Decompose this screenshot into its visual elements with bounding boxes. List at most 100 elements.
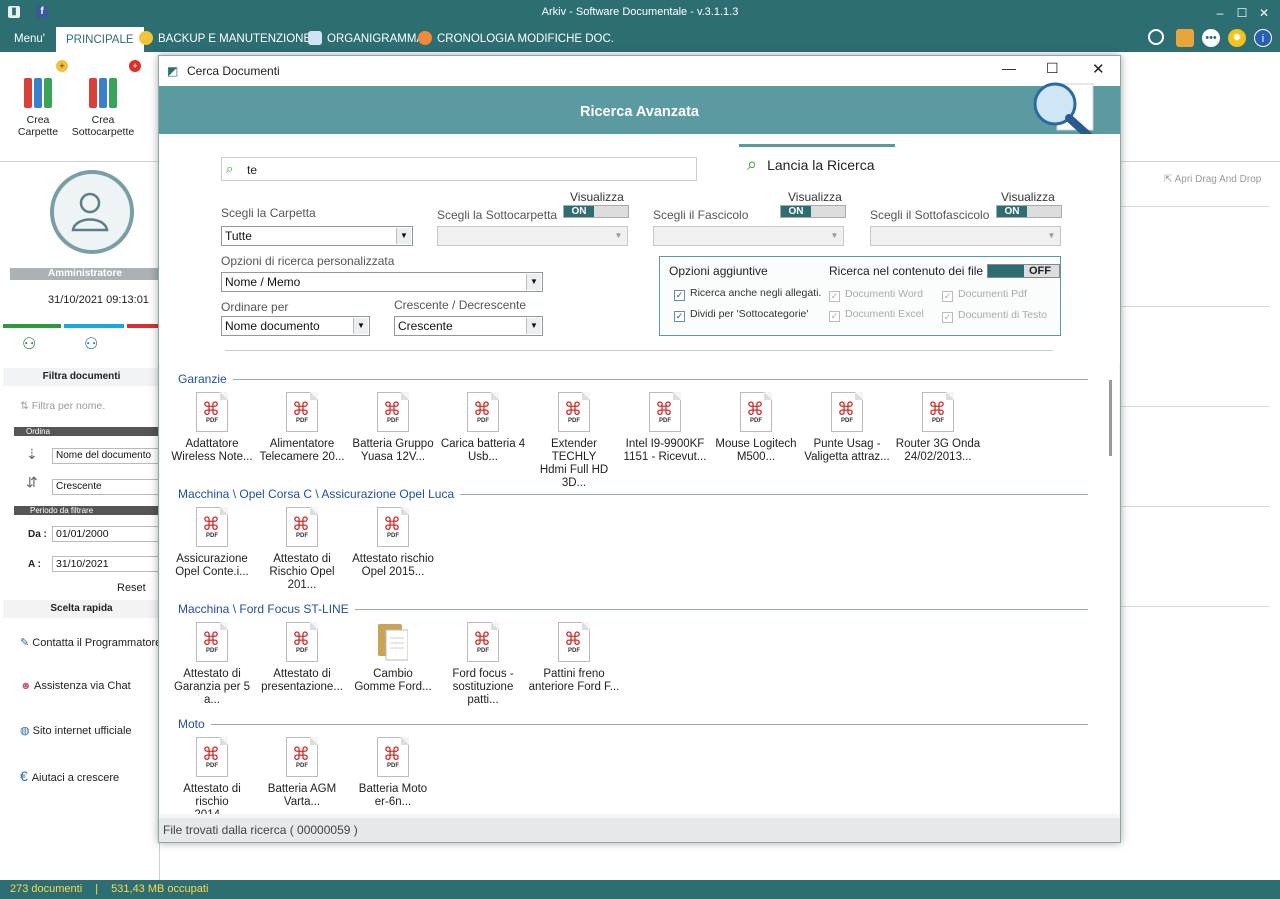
document-item[interactable]: ⌘ PDF Ford focus - sostituzione patti... [437, 622, 529, 707]
document-name-line2: Opel 2015... [361, 566, 425, 578]
document-item[interactable]: ⌘ PDF Alimentatore Telecamere 20... [256, 392, 348, 464]
sottocategorie-checkbox[interactable]: ✓ Dividi per 'Sottocategorie' [674, 308, 808, 322]
document-item[interactable]: ⌘ PDF Intel I9-9900KF 1151 - Ricevut... [619, 392, 711, 464]
search-input[interactable]: ⌕ te [221, 157, 697, 181]
opzioni-aggiuntive-panel: Opzioni aggiuntive Ricerca nel contenuto… [659, 256, 1061, 336]
add-badge-icon: + [56, 60, 68, 72]
document-item[interactable]: ⌘ PDF Batteria Moto er-6n... [347, 737, 439, 809]
dialog-minimize-button[interactable]: — [1002, 60, 1016, 76]
document-item[interactable]: ⌘ PDF Assicurazione Opel Conte.i... [166, 507, 258, 579]
document-name-line2: Rischio Opel 201... [269, 566, 335, 591]
sottofascicolo-select[interactable]: ▼ [870, 226, 1061, 246]
fascicolo-toggle[interactable]: ON [780, 205, 846, 218]
tab-cronologia[interactable]: CRONOLOGIA MODIFICHE DOC. [418, 26, 614, 52]
results-scrollbar[interactable] [1105, 364, 1119, 814]
section-divider [233, 379, 1088, 380]
launch-search-button[interactable]: ⌕ Lancia la Ricerca [747, 154, 874, 175]
quick-aiutaci[interactable]: € Aiutaci a crescere [20, 768, 119, 784]
dialog-maximize-button[interactable]: ☐ [1046, 60, 1059, 77]
scrollbar-thumb[interactable] [1109, 380, 1112, 456]
info-icon[interactable]: i [1254, 29, 1272, 47]
document-item[interactable]: ⌘ PDF Extender TECHLY Hdmi Full HD 3D... [528, 392, 620, 490]
word-checkbox[interactable]: ✓ Documenti Word [829, 288, 923, 302]
close-button[interactable]: ✕ [1254, 4, 1274, 22]
opzioni-select[interactable]: Nome / Memo ▼ [221, 272, 543, 292]
status-separator: | [95, 883, 99, 895]
crea-sottocarpette-button[interactable]: + Crea Sottocarpette [71, 60, 141, 138]
chat-icon[interactable]: ••• [1202, 29, 1220, 47]
document-item[interactable]: ⌘ PDF Batteria Gruppo Yuasa 12V... [347, 392, 439, 464]
sottofascicolo-toggle[interactable]: ON [996, 205, 1062, 218]
results-list: Garanzie ⌘ PDF Adattatore Wireless Note... ⌘ P… [160, 364, 1107, 814]
document-item[interactable]: ⌘ PDF Attestato di Garanzia per 5 a... [166, 622, 258, 707]
order-dir-select[interactable]: Crescente [52, 479, 162, 495]
crescente-select[interactable]: Crescente ▼ [394, 316, 543, 336]
sottocarpetta-toggle[interactable]: ON [563, 205, 629, 218]
menu-item-menu[interactable]: Menu' [14, 26, 45, 52]
pdf-checkbox[interactable]: ✓ Documenti Pdf [942, 288, 1027, 302]
document-name-line1: Extender TECHLY [550, 438, 598, 463]
document-name-line2: anteriore Ford F... [528, 681, 620, 693]
document-item[interactable]: ⌘ PDF Attestato di Rischio Opel 201... [256, 507, 348, 592]
order-field-select[interactable]: Nome del documento [52, 448, 162, 464]
login-datetime: 31/10/2021 09:13:01 [48, 294, 149, 306]
excel-checkbox[interactable]: ✓ Documenti Excel [829, 308, 924, 322]
menubar: Menu' PRINCIPALE BACKUP E MANUTENZIONE O… [0, 26, 1280, 52]
maximize-button[interactable]: ☐ [1232, 4, 1252, 22]
crea-carpette-button[interactable]: + Crea Carpette [6, 60, 70, 138]
document-item[interactable]: ⌘ PDF Punte Usag - Valigetta attraz... [801, 392, 893, 464]
edit-user-icon[interactable]: ⚇ [84, 334, 98, 354]
document-item[interactable]: ⌘ PDF Batteria AGM Varta... [256, 737, 348, 809]
minimize-button[interactable]: – [1210, 4, 1230, 22]
document-name-line1: Pattini freno [543, 668, 605, 680]
a-date-field[interactable]: 31/10/2021 [52, 556, 162, 572]
contenuto-toggle[interactable]: OFF [987, 264, 1060, 278]
allegati-checkbox[interactable]: ✓ Ricerca anche negli allegati. [674, 287, 821, 301]
pdf-file-icon: ⌘ PDF [558, 622, 590, 662]
fascicolo-select[interactable]: ▼ [653, 226, 844, 246]
document-item[interactable]: ⌘ PDF Carica batteria 4 Usb... [437, 392, 529, 464]
quick-sito[interactable]: ◍ Sito internet ufficiale [20, 724, 132, 737]
section-title: Garanzie [178, 372, 227, 386]
tab-backup[interactable]: BACKUP E MANUTENZIONE [139, 26, 311, 52]
ordinare-select[interactable]: Nome documento ▼ [221, 316, 370, 336]
sottocarpetta-select[interactable]: ▼ [437, 226, 628, 246]
gear-icon[interactable]: ✹ [1228, 29, 1246, 47]
document-item[interactable]: ⌘ PDF Attestato di presentazione... [256, 622, 348, 694]
document-name-line1: Attestato rischio [352, 553, 434, 565]
add-user-icon[interactable]: ⚇ [22, 334, 36, 354]
drag-drop-button[interactable]: ⇱ Apri Drag And Drop [1164, 174, 1261, 185]
crea-carpette-label: Crea Carpette [17, 114, 59, 138]
ordina-header: Ordina [14, 427, 160, 436]
dialog-close-button[interactable]: ✕ [1092, 60, 1105, 78]
section-title: Moto [178, 717, 205, 731]
document-name-line2: 24/02/2013... [904, 451, 972, 463]
refresh-icon[interactable] [1148, 29, 1164, 45]
tab-organigramma[interactable]: ORGANIGRAMMA [308, 26, 424, 52]
document-item[interactable]: ⌘ PDF Pattini freno anteriore Ford F... [528, 622, 620, 694]
document-item[interactable]: ⌘PDF Attestato di rischio2014... [166, 737, 258, 814]
document-name-line2: 1151 - Ricevut... [623, 451, 707, 463]
pdf-file-icon: ⌘ PDF [922, 392, 954, 432]
pdf-file-icon: ⌘ PDF [740, 392, 772, 432]
quick-contatta[interactable]: ✎ Contatta il Programmatore [20, 636, 161, 649]
status-bar: 273 documenti | 531,43 MB occupati [0, 880, 1280, 899]
carpetta-select[interactable]: Tutte ▼ [221, 226, 413, 246]
document-item[interactable]: ⌘ PDF Mouse Logitech M500... [710, 392, 802, 464]
drag-drop-icon: ⇱ [1164, 174, 1175, 185]
document-item[interactable]: ⌘ PDF Adattatore Wireless Note... [166, 392, 258, 464]
document-item[interactable]: ⌘ PDF Attestato rischio Opel 2015... [347, 507, 439, 579]
document-item[interactable]: ⌘ PDF Router 3G Onda 24/02/2013... [892, 392, 984, 464]
filter-input[interactable]: ⇅ Filtra per nome. [20, 400, 105, 412]
tools-icon[interactable] [1176, 29, 1194, 47]
reset-button[interactable]: Reset [117, 582, 146, 594]
quick-assistenza[interactable]: ☻ Assistenza via Chat [20, 680, 131, 692]
testo-checkbox[interactable]: ✓ Documenti di Testo [942, 309, 1047, 323]
tab-principale[interactable]: PRINCIPALE [56, 27, 144, 52]
document-name-line1: Batteria AGM [267, 783, 337, 795]
dialog-title: Cerca Documenti [187, 64, 280, 78]
da-date-field[interactable]: 01/01/2000 [52, 526, 162, 542]
left-panel: Amministratore 31/10/2021 09:13:01 ⚇ ⚇ F… [0, 162, 162, 880]
sottocarpetta-label: Scegli la Sottocarpetta [437, 208, 558, 222]
document-item[interactable]: Cambio Gomme Ford... [347, 622, 439, 694]
